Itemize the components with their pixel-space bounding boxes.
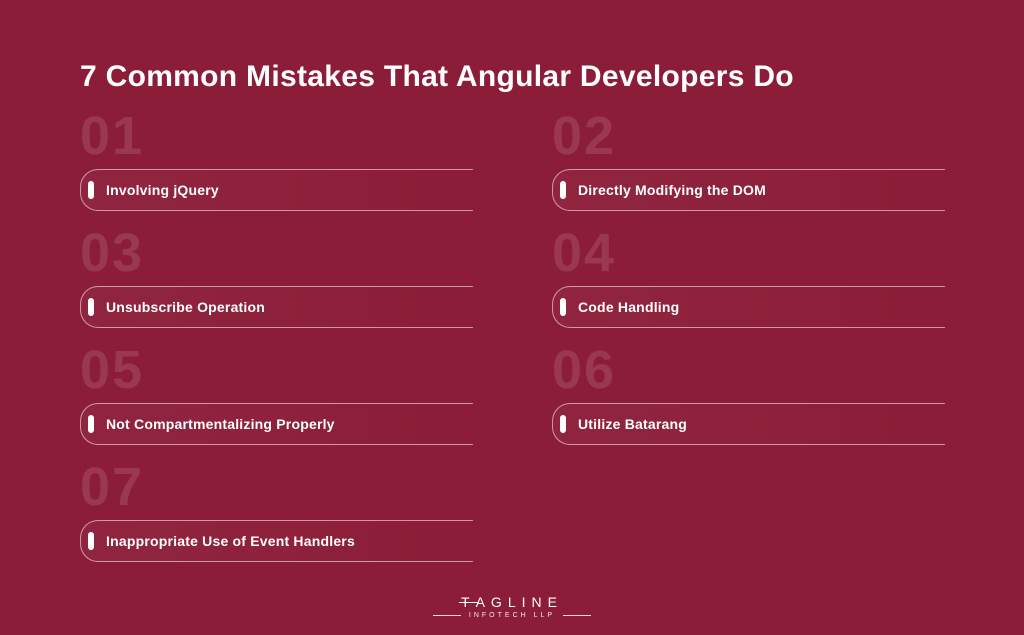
item-number: 03 [80, 226, 144, 280]
item-label: Unsubscribe Operation [106, 299, 265, 315]
item-number: 07 [80, 460, 144, 514]
item-pill: Involving jQuery [80, 169, 472, 211]
item-marker [560, 298, 566, 316]
item-marker [560, 415, 566, 433]
item-number: 02 [552, 109, 616, 163]
mistake-item-4: 04 Code Handling [552, 266, 944, 328]
item-marker [560, 181, 566, 199]
item-number: 06 [552, 343, 616, 397]
brand-prefix: T [461, 594, 476, 610]
mistake-item-6: 06 Utilize Batarang [552, 383, 944, 445]
item-number: 04 [552, 226, 616, 280]
item-marker [88, 532, 94, 550]
item-pill: Not Compartmentalizing Properly [80, 403, 472, 445]
item-pill: Inappropriate Use of Event Handlers [80, 520, 472, 562]
item-marker [88, 415, 94, 433]
item-pill: Directly Modifying the DOM [552, 169, 944, 211]
item-label: Not Compartmentalizing Properly [106, 416, 335, 432]
page-title: 7 Common Mistakes That Angular Developer… [80, 60, 944, 94]
mistakes-grid: 01 Involving jQuery 02 Directly Modifyin… [80, 149, 944, 562]
item-marker [88, 181, 94, 199]
footer-brand: TAGLINE [0, 594, 1024, 610]
item-label: Code Handling [578, 299, 679, 315]
item-label: Directly Modifying the DOM [578, 182, 766, 198]
mistake-item-2: 02 Directly Modifying the DOM [552, 149, 944, 211]
footer-line-right [563, 615, 591, 616]
footer-subtitle-row: INFOTECH LLP [0, 612, 1024, 619]
item-label: Inappropriate Use of Event Handlers [106, 533, 355, 549]
brand-rest: AGLINE [476, 594, 563, 610]
mistake-item-7: 07 Inappropriate Use of Event Handlers [80, 500, 472, 562]
item-pill: Unsubscribe Operation [80, 286, 472, 328]
item-label: Involving jQuery [106, 182, 219, 198]
item-number: 05 [80, 343, 144, 397]
footer-subtitle: INFOTECH LLP [469, 612, 555, 619]
item-pill: Utilize Batarang [552, 403, 944, 445]
footer: TAGLINE INFOTECH LLP [0, 594, 1024, 619]
footer-line-left [433, 615, 461, 616]
item-pill: Code Handling [552, 286, 944, 328]
item-number: 01 [80, 109, 144, 163]
mistake-item-3: 03 Unsubscribe Operation [80, 266, 472, 328]
mistake-item-1: 01 Involving jQuery [80, 149, 472, 211]
mistake-item-5: 05 Not Compartmentalizing Properly [80, 383, 472, 445]
item-marker [88, 298, 94, 316]
item-label: Utilize Batarang [578, 416, 687, 432]
